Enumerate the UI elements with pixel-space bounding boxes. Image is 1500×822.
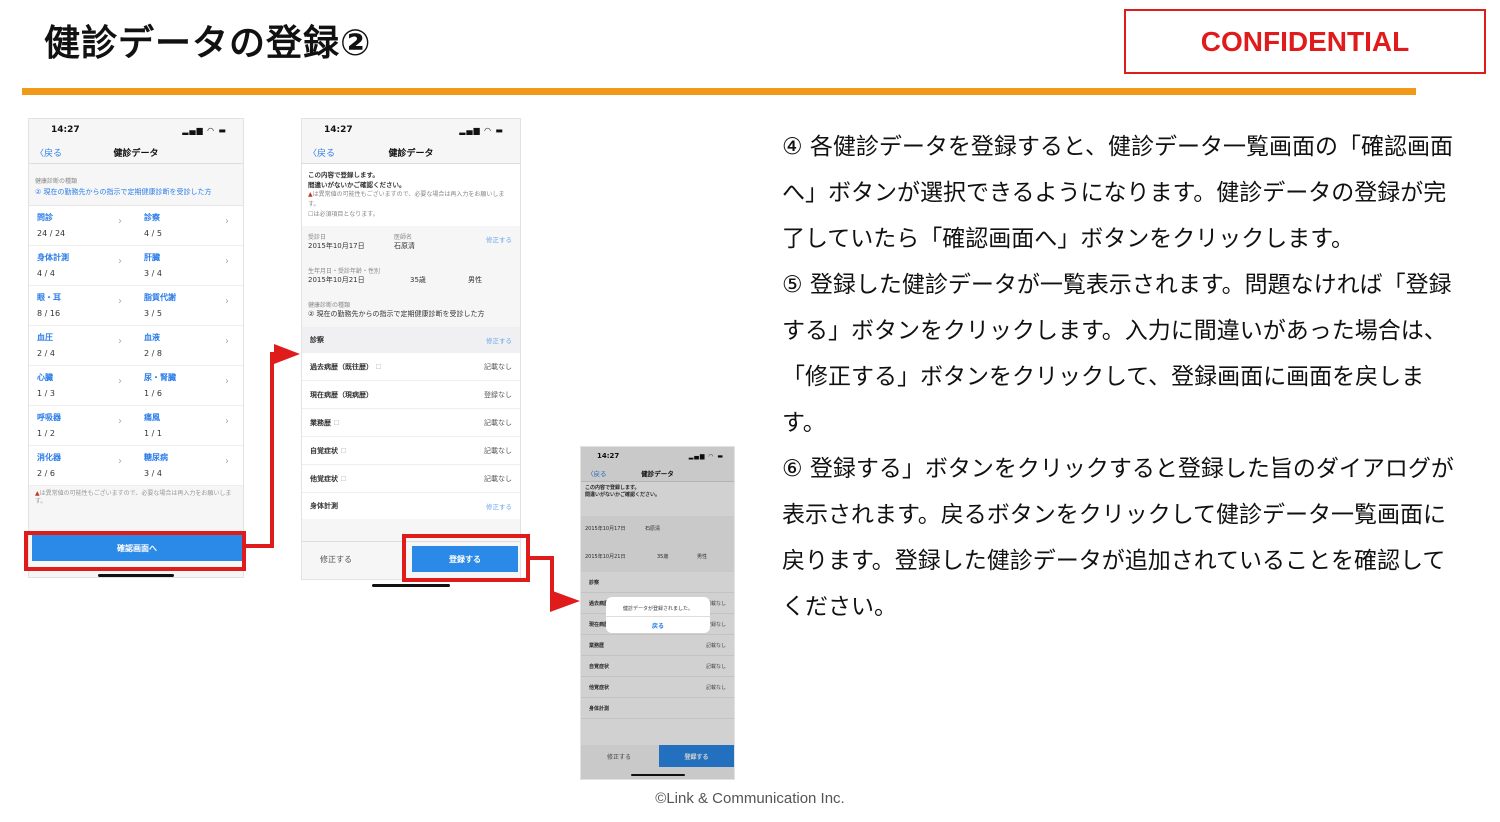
category-item[interactable]: 問診 24 / 24 ›: [29, 206, 136, 246]
category-item[interactable]: 尿・腎臓 1 / 6 ›: [136, 366, 243, 406]
table-row: 業務歴 ☐ 記載なし: [302, 409, 520, 437]
category-item[interactable]: 眼・耳 8 / 16 ›: [29, 286, 136, 326]
screen-title: 健診データ: [113, 148, 159, 159]
nav-bar: 〈戻る 健診データ: [302, 141, 520, 164]
chevron-right-icon: ›: [118, 336, 122, 347]
header-divider: [22, 88, 1416, 95]
checkbox-icon: ☐: [375, 362, 382, 371]
copyright-footer: ©Link & Communication Inc.: [655, 790, 845, 807]
dialog-back-button[interactable]: 戻る: [606, 616, 710, 630]
fix-button[interactable]: 修正する: [320, 554, 352, 565]
checkup-type: 健康診断の種類 ② 現在の勤務先からの指示で定期健康診断を受診した方: [35, 178, 212, 196]
chevron-right-icon: ›: [225, 336, 229, 347]
chevron-right-icon: ›: [118, 456, 122, 467]
arrow-head-icon: [550, 590, 580, 612]
chevron-right-icon: ›: [118, 296, 122, 307]
category-item[interactable]: 痛風 1 / 1 ›: [136, 406, 243, 446]
status-time: 14:27: [324, 125, 353, 135]
back-button[interactable]: 〈戻る: [308, 146, 335, 159]
category-item[interactable]: 呼吸器 1 / 2 ›: [29, 406, 136, 446]
category-item[interactable]: 心臓 1 / 3 ›: [29, 366, 136, 406]
highlight-confirm-button: [24, 531, 246, 571]
chevron-right-icon: ›: [225, 216, 229, 227]
status-bar: 14:27 ▂▄▆ ◠ ▬: [302, 119, 520, 141]
chevron-right-icon: ›: [225, 256, 229, 267]
step-5-text: ⑤ 登録した健診データが一覧表示されます。問題なければ「登録する」ボタンをクリッ…: [782, 272, 1452, 436]
home-indicator: [98, 574, 174, 577]
arrow-connector: [270, 352, 274, 548]
confirm-notice: この内容で登録します。 間違いがないかご確認ください。 ▲は異常値の可能性もござ…: [302, 164, 520, 226]
chevron-right-icon: ›: [118, 416, 122, 427]
chevron-right-icon: ›: [225, 416, 229, 427]
category-item[interactable]: 血圧 2 / 4 ›: [29, 326, 136, 366]
category-item[interactable]: 身体計測 4 / 4 ›: [29, 246, 136, 286]
edit-button[interactable]: 修正する: [486, 501, 512, 511]
table-row: 過去病歴（既往歴） ☐ 記載なし: [302, 353, 520, 381]
checkbox-icon: ☐: [340, 446, 347, 455]
section-header: 診察 修正する: [302, 327, 520, 353]
category-grid: 問診 24 / 24 › 診察 4 / 5 › 身体計測 4 / 4 › 肝臓 3 / 4 › …: [29, 205, 243, 486]
chevron-left-icon: 〈: [308, 148, 318, 159]
chevron-right-icon: ›: [225, 456, 229, 467]
dialog-message: 健診データが登録されました。: [622, 606, 693, 612]
status-icons: ▂▄▆ ◠ ▬: [182, 125, 227, 135]
step-4-text: ④ 各健診データを登録すると、健診データ一覧画面の「確認画面へ」ボタンが選択でき…: [782, 134, 1454, 252]
instruction-text: ④ 各健診データを登録すると、健診データ一覧画面の「確認画面へ」ボタンが選択でき…: [782, 124, 1462, 630]
exam-date-block: 受診日 2015年10月17日 医師名 石原清 修正する: [308, 234, 512, 250]
category-item[interactable]: 糖尿病 3 / 4 ›: [136, 446, 243, 486]
status-time: 14:27: [51, 125, 80, 135]
screen-title: 健診データ: [388, 148, 434, 159]
checkbox-icon: ☐: [333, 418, 340, 427]
category-item[interactable]: 脂質代謝 3 / 5 ›: [136, 286, 243, 326]
status-icons: ▂▄▆ ◠ ▬: [459, 125, 504, 135]
table-row: 現在病歴（現病歴）登録なし: [302, 381, 520, 409]
category-item[interactable]: 消化器 2 / 6 ›: [29, 446, 136, 486]
checkbox-icon: ☐: [340, 474, 347, 483]
phone-screen-dialog: 14:27 ▂▄▆ ◠ ▬ 〈戻る 健診データ この内容で登録します。 間違いが…: [580, 446, 735, 780]
table-row: 自覚症状 ☐ 記載なし: [302, 437, 520, 465]
home-indicator: [631, 774, 685, 776]
nav-bar: 〈戻る 健診データ: [29, 141, 243, 164]
edit-button[interactable]: 修正する: [486, 335, 512, 345]
slide-title: 健診データの登録②: [44, 23, 372, 64]
step-6-text: ⑥ 登録する」ボタンをクリックすると登録した旨のダイアログが表示されます。戻るボ…: [782, 456, 1454, 620]
status-bar: 14:27 ▂▄▆ ◠ ▬: [29, 119, 243, 141]
birth-block: 生年月日・受診年齢・性別 2015年10月21日 35歳 男性: [308, 268, 482, 284]
success-dialog: 健診データが登録されました。 戻る: [606, 597, 710, 633]
chevron-right-icon: ›: [225, 376, 229, 387]
edit-button[interactable]: 修正する: [486, 234, 512, 244]
category-item[interactable]: 肝臓 3 / 4 ›: [136, 246, 243, 286]
chevron-right-icon: ›: [118, 256, 122, 267]
section-header: 身体計測 修正する: [302, 493, 520, 519]
highlight-register-button: [402, 534, 530, 582]
back-button[interactable]: 〈戻る: [35, 146, 62, 159]
table-row: 他覚症状 ☐ 記載なし: [302, 465, 520, 493]
warning-note: ▲は異常値の可能性もございますので、必要な場合は再入力をお願いします。: [35, 490, 232, 505]
category-item[interactable]: 診察 4 / 5 ›: [136, 206, 243, 246]
home-indicator: [372, 584, 450, 587]
chevron-right-icon: ›: [118, 216, 122, 227]
arrow-head-icon: [274, 344, 300, 364]
chevron-right-icon: ›: [118, 376, 122, 387]
checkup-type: 健康診断の種類 ② 現在の勤務先からの指示で定期健康診断を受診した方: [308, 302, 485, 318]
category-item[interactable]: 血液 2 / 8 ›: [136, 326, 243, 366]
phone-screen-list: 14:27 ▂▄▆ ◠ ▬ 〈戻る 健診データ 健康診断の種類 ② 現在の勤務先…: [28, 118, 244, 578]
confidential-label: CONFIDENTIAL: [1124, 9, 1486, 74]
chevron-right-icon: ›: [225, 296, 229, 307]
phone-screen-confirm: 14:27 ▂▄▆ ◠ ▬ 〈戻る 健診データ この内容で登録します。 間違いが…: [301, 118, 521, 580]
chevron-left-icon: 〈: [35, 148, 45, 159]
